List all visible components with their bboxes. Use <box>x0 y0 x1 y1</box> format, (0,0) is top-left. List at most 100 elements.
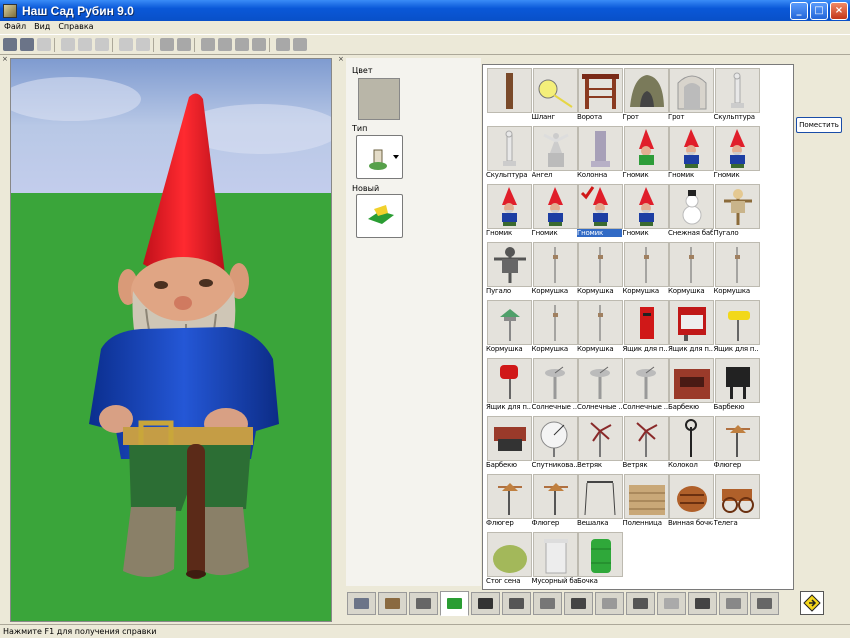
new-file-icon[interactable] <box>3 38 17 51</box>
pane-close-icon[interactable]: × <box>2 55 8 63</box>
new-object-button[interactable] <box>356 194 403 238</box>
tab-brick[interactable] <box>750 592 779 615</box>
catalog-item[interactable]: Винная бочка <box>668 473 714 531</box>
catalog-item[interactable]: Гномик <box>577 183 623 241</box>
catalog-item[interactable]: Скульптура <box>714 67 760 125</box>
copy-icon[interactable] <box>78 38 92 51</box>
edit-icon[interactable] <box>218 38 232 51</box>
catalog-item[interactable]: Поленница <box>623 473 669 531</box>
minimize-button[interactable]: _ <box>790 2 808 20</box>
catalog-item[interactable]: Кормушка <box>532 241 578 299</box>
tab-path[interactable] <box>533 592 562 615</box>
settings-icon[interactable] <box>177 38 191 51</box>
catalog-item[interactable]: Ворота <box>577 67 623 125</box>
menu-help[interactable]: Справка <box>54 21 97 34</box>
tab-bridge[interactable] <box>719 592 748 615</box>
catalog-item[interactable]: Спутникова... <box>532 415 578 473</box>
terrain-icon[interactable] <box>235 38 249 51</box>
tab-flowers[interactable] <box>471 592 500 615</box>
color-label: Цвет <box>352 66 373 75</box>
tab-decor[interactable] <box>440 591 469 616</box>
catalog-item[interactable] <box>486 67 532 125</box>
tab-floor[interactable] <box>626 592 655 615</box>
menu-view[interactable]: Вид <box>30 21 54 34</box>
catalog-item[interactable]: Ящик для п... <box>668 299 714 357</box>
catalog-item[interactable]: Кормушка <box>577 241 623 299</box>
catalog-item[interactable]: Солнечные ... <box>623 357 669 415</box>
catalog-item[interactable]: Гномик <box>486 183 532 241</box>
catalog-item[interactable]: Гномик <box>623 183 669 241</box>
menu-file[interactable]: Файл <box>0 21 30 34</box>
tab-fence[interactable] <box>564 592 593 615</box>
view-icon[interactable] <box>201 38 215 51</box>
catalog-item-label: Вешалка <box>577 519 609 527</box>
catalog-item[interactable]: Ветряк <box>623 415 669 473</box>
maximize-button[interactable]: □ <box>810 2 828 20</box>
catalog-item[interactable]: Вешалка <box>577 473 623 531</box>
tab-tools[interactable] <box>688 592 717 615</box>
place-button[interactable]: Поместить <box>796 117 842 133</box>
tab-deck[interactable] <box>409 592 438 615</box>
catalog-item[interactable]: Скульптура <box>486 125 532 183</box>
catalog-item[interactable]: Кормушка <box>486 299 532 357</box>
catalog-item[interactable]: Барбекю <box>714 357 760 415</box>
exit-icon[interactable] <box>800 591 824 615</box>
close-button[interactable]: × <box>830 2 848 20</box>
catalog-item[interactable]: Флюгер <box>486 473 532 531</box>
catalog-item[interactable]: Гномик <box>623 125 669 183</box>
catalog-item[interactable]: Кормушка <box>577 299 623 357</box>
catalog-item[interactable]: Бочка <box>577 531 623 589</box>
tab-books[interactable] <box>657 592 686 615</box>
catalog-item-label: Ящик для п... <box>486 403 531 411</box>
tab-trees[interactable] <box>502 592 531 615</box>
3d-view[interactable] <box>10 58 332 622</box>
paste-icon[interactable] <box>95 38 109 51</box>
cut-icon[interactable] <box>61 38 75 51</box>
calculator-icon[interactable] <box>293 38 307 51</box>
feeder-icon <box>669 242 714 287</box>
tab-terrain[interactable] <box>347 592 376 615</box>
catalog-item[interactable]: Ящик для п... <box>623 299 669 357</box>
color-swatch[interactable] <box>358 78 400 120</box>
catalog-item[interactable]: Ангел <box>532 125 578 183</box>
print-icon[interactable] <box>276 38 290 51</box>
catalog-item[interactable]: Колокол <box>668 415 714 473</box>
catalog-item[interactable]: Гномик <box>532 183 578 241</box>
catalog-item[interactable]: Барбекю <box>668 357 714 415</box>
catalog-item[interactable]: Кормушка <box>668 241 714 299</box>
catalog-item[interactable]: Шланг <box>532 67 578 125</box>
catalog-item[interactable]: Ящик для п... <box>714 299 760 357</box>
catalog-item[interactable]: Кормушка <box>532 299 578 357</box>
save-icon[interactable] <box>37 38 51 51</box>
catalog-item[interactable]: Мусорный бак <box>532 531 578 589</box>
redo-icon[interactable] <box>136 38 150 51</box>
plant-icon[interactable] <box>252 38 266 51</box>
catalog-item[interactable]: Барбекю <box>486 415 532 473</box>
catalog-item[interactable]: Ящик для п... <box>486 357 532 415</box>
type-selector-button[interactable] <box>356 135 403 179</box>
catalog-item[interactable]: Флюгер <box>532 473 578 531</box>
catalog-item[interactable]: Флюгер <box>714 415 760 473</box>
catalog-item[interactable]: Колонна <box>577 125 623 183</box>
catalog-item[interactable]: Кормушка <box>714 241 760 299</box>
open-folder-icon[interactable] <box>20 38 34 51</box>
pane-close-icon[interactable]: × <box>338 55 344 63</box>
catalog-item[interactable]: Гномик <box>668 125 714 183</box>
catalog-item[interactable]: Гномик <box>714 125 760 183</box>
scene-icon[interactable] <box>160 38 174 51</box>
catalog-item[interactable]: Пугало <box>714 183 760 241</box>
catalog-item[interactable]: Солнечные ... <box>577 357 623 415</box>
catalog-item[interactable]: Грот <box>623 67 669 125</box>
catalog-item[interactable]: Кормушка <box>623 241 669 299</box>
undo-icon[interactable] <box>119 38 133 51</box>
catalog-item[interactable]: Снежная баба <box>668 183 714 241</box>
new-object-icon <box>367 205 394 224</box>
catalog-item[interactable]: Грот <box>668 67 714 125</box>
tab-house[interactable] <box>378 592 407 615</box>
catalog-item[interactable]: Стог сена <box>486 531 532 589</box>
catalog-item[interactable]: Солнечные ... <box>532 357 578 415</box>
catalog-item[interactable]: Телега <box>714 473 760 531</box>
catalog-item[interactable]: Ветряк <box>577 415 623 473</box>
tab-wall[interactable] <box>595 592 624 615</box>
catalog-item[interactable]: Пугало <box>486 241 532 299</box>
